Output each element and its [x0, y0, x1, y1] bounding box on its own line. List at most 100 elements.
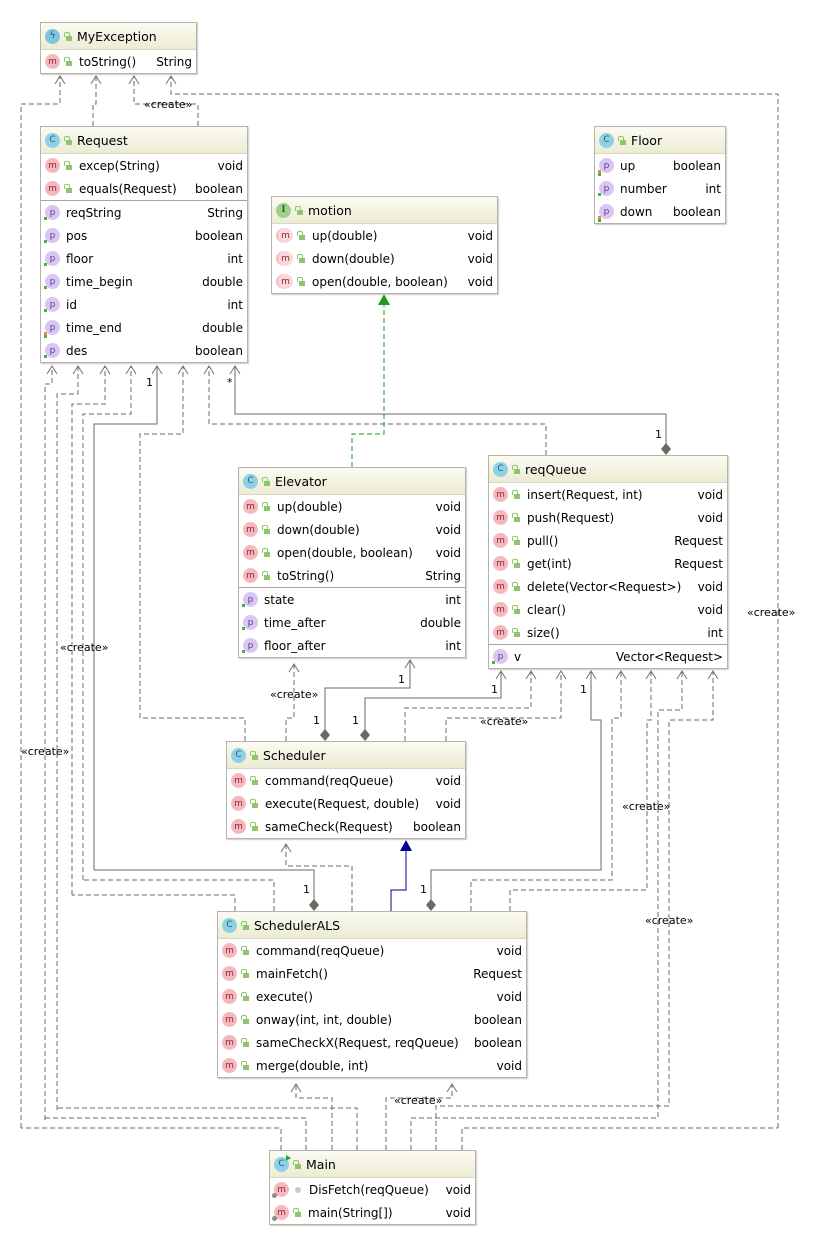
- class-request[interactable]: C Request m excep(String) void m equals(Req…: [40, 126, 248, 363]
- public-lock-icon: [250, 776, 258, 785]
- create-label: «create»: [645, 914, 693, 927]
- field-row[interactable]: p floor int: [41, 247, 247, 270]
- return-type: String: [156, 54, 192, 69]
- method-row[interactable]: m up(double) void: [272, 224, 497, 247]
- public-lock-icon: [262, 525, 270, 534]
- class-floor[interactable]: C Floor p up boolean p number int p down boole…: [594, 126, 726, 224]
- method-icon: m: [493, 533, 508, 548]
- method-row[interactable]: m insert(Request, int) void: [489, 483, 727, 506]
- method-row[interactable]: m down(double) void: [272, 247, 497, 270]
- method-row[interactable]: m command(reqQueue) void: [218, 939, 526, 962]
- method-row[interactable]: m open(double, boolean) void: [272, 270, 497, 293]
- field-row[interactable]: p down boolean: [595, 200, 725, 223]
- field-row[interactable]: p reqString String: [41, 201, 247, 224]
- class-name: Request: [77, 132, 128, 148]
- public-lock-icon: [512, 536, 520, 545]
- return-type: boolean: [195, 181, 243, 196]
- public-lock-icon: [512, 628, 520, 637]
- class-schedulerals[interactable]: C SchedulerALS m command(reqQueue) void mm…: [217, 911, 527, 1078]
- public-lock-icon: [262, 548, 270, 557]
- create-schedulerals-to-request: [82, 366, 132, 880]
- class-reqqueue[interactable]: C reqQueue m insert(Request, int) void m pu…: [488, 455, 728, 669]
- method-row[interactable]: m push(Request) void: [489, 506, 727, 529]
- multiplicity-label: 1: [580, 683, 587, 696]
- create-label: «create»: [21, 745, 69, 758]
- field-row[interactable]: p time_begin double: [41, 270, 247, 293]
- class-main[interactable]: C Main m DisFetch(reqQueue) void m main(Str…: [269, 1150, 476, 1225]
- method-row[interactable]: m toString() String: [41, 50, 196, 73]
- method-row[interactable]: m down(double) void: [239, 518, 465, 541]
- class-name: MyException: [77, 28, 157, 44]
- method-row[interactable]: m clear() void: [489, 598, 727, 621]
- method-row[interactable]: m DisFetch(reqQueue) void: [270, 1178, 475, 1201]
- class-icon: C: [222, 917, 237, 933]
- return-type: void: [445, 1205, 471, 1220]
- method-name: onway(int, int, double): [256, 1012, 393, 1027]
- method-row[interactable]: m sameCheckX(Request, reqQueue) boolean: [218, 1031, 526, 1054]
- method-row[interactable]: m mainFetch() Request: [218, 962, 526, 985]
- method-row[interactable]: m excep(String) void: [41, 154, 247, 177]
- dependency-request-to-myexception: [92, 76, 97, 126]
- method-name: equals(Request): [79, 181, 177, 196]
- field-name: floor_after: [264, 638, 326, 653]
- return-type: Request: [473, 966, 522, 981]
- method-row[interactable]: m command(reqQueue) void: [227, 769, 465, 792]
- method-row[interactable]: m pull() Request: [489, 529, 727, 552]
- class-name: reqQueue: [525, 461, 587, 477]
- field-type: double: [202, 320, 243, 335]
- multiplicity-label: 1: [491, 683, 498, 696]
- public-lock-icon: [297, 254, 305, 263]
- realization-arrowhead: [378, 294, 390, 305]
- field-row[interactable]: p v Vector<Request>: [489, 645, 727, 668]
- return-type: void: [435, 773, 461, 788]
- interface-motion[interactable]: I motion m up(double) void m down(double) vo…: [271, 196, 498, 294]
- method-row[interactable]: m toString() String: [239, 564, 465, 587]
- method-row[interactable]: m sameCheck(Request) boolean: [227, 815, 465, 838]
- public-lock-icon: [64, 135, 72, 145]
- field-row[interactable]: p up boolean: [595, 154, 725, 177]
- method-row[interactable]: m merge(double, int) void: [218, 1054, 526, 1077]
- class-myexception[interactable]: ϟ MyException m toString() String: [40, 22, 197, 74]
- field-name: pos: [66, 228, 88, 243]
- method-row[interactable]: m main(String[]) void: [270, 1201, 475, 1224]
- field-row[interactable]: p pos boolean: [41, 224, 247, 247]
- method-row[interactable]: m size() int: [489, 621, 727, 644]
- method-row[interactable]: m open(double, boolean) void: [239, 541, 465, 564]
- public-lock-icon: [250, 799, 258, 808]
- return-type: void: [496, 1058, 522, 1073]
- method-row[interactable]: m get(int) Request: [489, 552, 727, 575]
- field-row[interactable]: p time_after double: [239, 611, 465, 634]
- field-row[interactable]: p number int: [595, 177, 725, 200]
- field-row[interactable]: p des boolean: [41, 339, 247, 362]
- method-icon: m: [231, 796, 246, 811]
- multiplicity-label: 1: [352, 714, 359, 727]
- method-icon: m: [243, 568, 258, 583]
- field-row[interactable]: p time_end double: [41, 316, 247, 339]
- composition-diamond: [320, 729, 330, 741]
- field-row[interactable]: p state int: [239, 588, 465, 611]
- return-type: void: [697, 510, 723, 525]
- method-row[interactable]: m equals(Request) boolean: [41, 177, 247, 200]
- public-lock-icon: [293, 1159, 301, 1169]
- methods-section: m toString() String: [41, 50, 196, 73]
- realization-elevator-to-motion: [351, 304, 385, 467]
- class-elevator[interactable]: C Elevator m up(double) void m down(double)…: [238, 467, 466, 658]
- field-type: int: [705, 181, 721, 196]
- method-row[interactable]: m execute(Request, double) void: [227, 792, 465, 815]
- dependency-main-to-request: [44, 366, 53, 1120]
- class-name: Scheduler: [263, 747, 326, 763]
- public-lock-icon: [64, 184, 72, 193]
- public-lock-icon: [512, 490, 520, 499]
- method-name: execute(Request, double): [265, 796, 420, 811]
- class-scheduler[interactable]: C Scheduler m command(reqQueue) void m exec…: [226, 741, 466, 839]
- method-row[interactable]: m onway(int, int, double) boolean: [218, 1008, 526, 1031]
- return-type: Request: [674, 556, 723, 571]
- method-row[interactable]: m execute() void: [218, 985, 526, 1008]
- method-row[interactable]: m delete(Vector<Request>) void: [489, 575, 727, 598]
- field-row[interactable]: p id int: [41, 293, 247, 316]
- field-row[interactable]: p floor_after int: [239, 634, 465, 657]
- method-name: command(reqQueue): [265, 773, 394, 788]
- method-row[interactable]: m up(double) void: [239, 495, 465, 518]
- method-icon: m: [222, 1012, 237, 1027]
- return-type: void: [496, 943, 522, 958]
